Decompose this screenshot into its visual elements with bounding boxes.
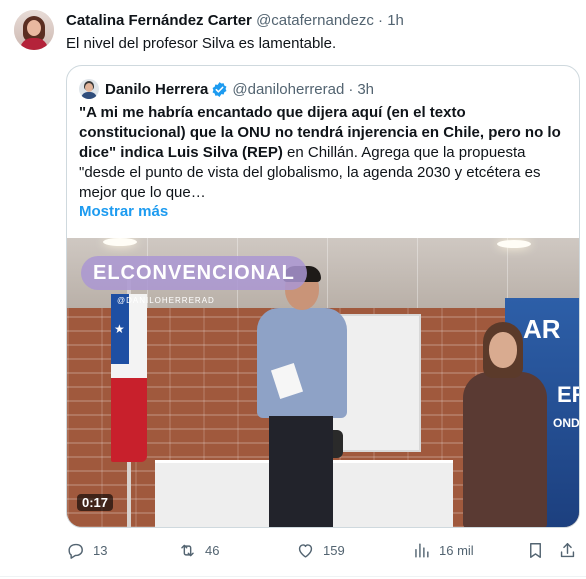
repost-icon — [181, 544, 194, 556]
tweet[interactable]: Catalina Fernández Carter @catafernandez… — [0, 0, 586, 579]
quoted-author-handle[interactable]: @daniloherrerad — [232, 81, 344, 98]
tweet-time[interactable]: 1h — [387, 12, 404, 29]
bookmark-button[interactable] — [526, 538, 545, 562]
quoted-tweet[interactable]: Danilo Herrera @daniloherrerad · 3h "A m… — [66, 65, 580, 528]
video-player[interactable]: AR ER ONDA ★ ELCONVENCIONAL @DANILOHERRE… — [67, 238, 579, 527]
tweet-text: El nivel del profesor Silva es lamentabl… — [66, 35, 337, 52]
dot-separator: · — [348, 80, 354, 98]
quoted-tweet-time[interactable]: 3h — [357, 81, 374, 98]
repost-button[interactable]: 46 — [178, 538, 219, 562]
avatar[interactable] — [14, 10, 54, 50]
quoted-tweet-text: "A mi me habría encantado que dijera aqu… — [79, 103, 571, 203]
author-handle[interactable]: @catafernandezc — [256, 12, 374, 29]
view-count: 16 mil — [439, 542, 474, 558]
views-chart-icon — [415, 542, 429, 558]
reply-button[interactable]: 13 — [66, 538, 107, 562]
like-count: 159 — [323, 542, 345, 558]
quoted-author-name[interactable]: Danilo Herrera — [105, 81, 208, 98]
banner-text: ONDA — [553, 416, 579, 430]
dot-separator: · — [378, 12, 384, 29]
views-button[interactable]: 16 mil — [412, 538, 474, 562]
banner-text: ER — [557, 382, 579, 407]
channel-watermark: ELCONVENCIONAL — [81, 256, 307, 290]
reply-count: 13 — [93, 542, 108, 558]
chile-flag: ★ — [111, 294, 147, 462]
share-button[interactable] — [558, 538, 577, 562]
share-icon — [560, 542, 575, 557]
author-name[interactable]: Catalina Fernández Carter — [66, 12, 252, 29]
repost-count: 46 — [205, 542, 220, 558]
quoted-tweet-header: Danilo Herrera @daniloherrerad · 3h — [79, 79, 374, 99]
heart-icon — [298, 543, 313, 558]
divider — [0, 576, 586, 577]
quoted-avatar[interactable] — [79, 79, 99, 99]
action-bar: 13 46 159 16 mil — [66, 538, 580, 562]
bookmark-icon — [530, 542, 541, 558]
woman-figure — [457, 322, 553, 527]
show-more-link[interactable]: Mostrar más — [79, 203, 168, 220]
like-button[interactable]: 159 — [296, 538, 345, 562]
video-duration: 0:17 — [77, 494, 114, 511]
tweet-header: Catalina Fernández Carter @catafernandez… — [66, 12, 404, 29]
reply-icon — [68, 543, 83, 559]
channel-watermark-handle: @DANILOHERRERAD — [117, 296, 215, 305]
verified-badge-icon — [212, 81, 227, 97]
speaker-figure — [239, 266, 359, 527]
